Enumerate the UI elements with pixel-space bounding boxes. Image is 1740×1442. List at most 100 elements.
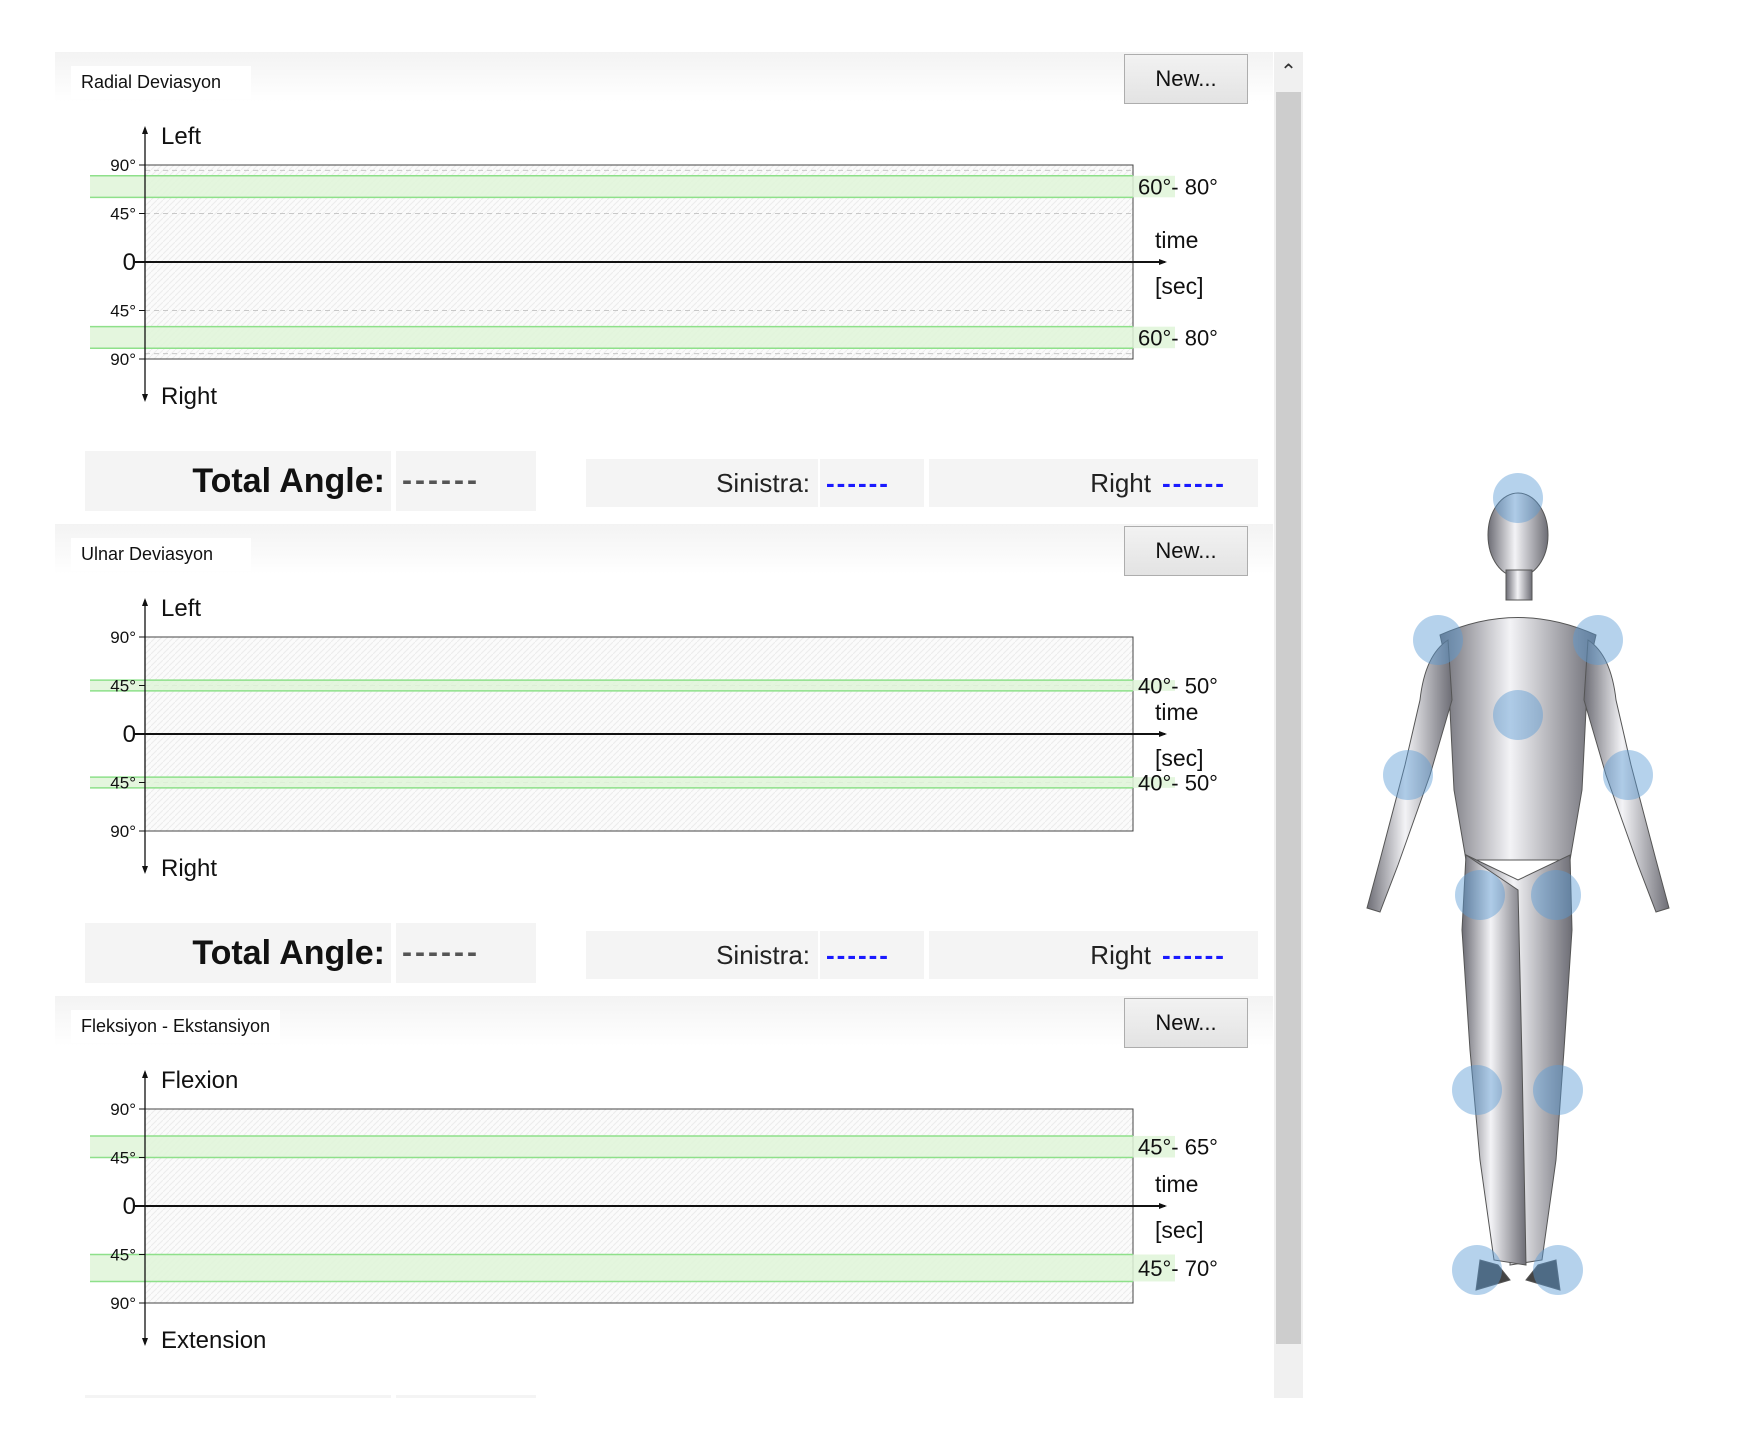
upper-range-label: 40°- 50°: [1138, 674, 1218, 699]
new-measurement-button[interactable]: New...: [1124, 54, 1248, 104]
y-axis-down-arrow-icon: [142, 866, 148, 874]
y-axis-down-arrow-icon: [142, 1338, 148, 1346]
y-tick-label: 45°: [110, 677, 136, 696]
upper-normal-range-band: [90, 1135, 1175, 1158]
y-tick-label: 90°: [110, 1100, 136, 1119]
y-tick-label: 90°: [110, 350, 136, 369]
bottom-direction-label: Extension: [161, 1327, 266, 1354]
new-measurement-button[interactable]: New...: [1124, 526, 1248, 576]
y-tick-label: 45°: [110, 1149, 136, 1168]
head-joint-marker[interactable]: [1493, 473, 1543, 523]
y-tick-label: 45°: [110, 302, 136, 321]
range-chart: 60°- 80° 60°- 80° 90° 45° 0 45° 90° Left Right ti…: [90, 123, 1218, 410]
time-unit-label: [sec]: [1155, 745, 1204, 771]
right-elbow-joint-marker[interactable]: [1603, 750, 1653, 800]
totals-row: Total Angle: ------ Sinistra: ------ Rig…: [55, 921, 1273, 985]
right-label: Right: [929, 931, 1159, 979]
vertical-scrollbar[interactable]: ⌃: [1274, 52, 1303, 1398]
time-unit-label: [sec]: [1155, 1217, 1204, 1243]
range-graph: 60°- 80° 60°- 80° 90° 45° 0 45° 90° Left Right ti…: [55, 122, 1273, 442]
top-direction-label: Left: [161, 595, 201, 622]
time-axis-label: time: [1155, 1171, 1198, 1197]
bottom-direction-label: Right: [161, 855, 217, 882]
y-tick-label: 90°: [110, 156, 136, 175]
measurement-panel: Radial Deviasyon New... 60°- 80° 60°- 80°…: [55, 52, 1303, 1398]
right-knee-joint-marker[interactable]: [1533, 1065, 1583, 1115]
y-axis-down-arrow-icon: [142, 394, 148, 402]
y-tick-label: 0: [123, 249, 136, 276]
total-angle-value: ------: [396, 923, 536, 983]
scroll-up-arrow-icon[interactable]: ⌃: [1274, 52, 1303, 90]
section-header: Fleksiyon - Ekstansiyon: [55, 996, 1273, 1046]
range-chart: 40°- 50° 40°- 50° 90° 45° 0 45° 90° Left Right ti…: [90, 595, 1218, 882]
y-tick-label: 45°: [110, 774, 136, 793]
upper-range-label: 45°- 65°: [1138, 1135, 1218, 1160]
y-axis-up-arrow-icon: [142, 126, 148, 134]
upper-normal-range-band: [90, 175, 1175, 198]
section-header: Radial Deviasyon: [55, 52, 1273, 102]
y-tick-label: 90°: [110, 1294, 136, 1313]
body-figure: [1366, 473, 1670, 1295]
sinistra-value: ------: [820, 931, 924, 979]
lower-range-label: 60°- 80°: [1138, 325, 1218, 350]
left-knee-joint-marker[interactable]: [1452, 1065, 1502, 1115]
y-tick-label: 90°: [110, 628, 136, 647]
chest-joint-marker[interactable]: [1493, 690, 1543, 740]
human-body-icon: [1366, 492, 1670, 1291]
section-title: Fleksiyon - Ekstansiyon: [71, 1010, 281, 1043]
y-axis-up-arrow-icon: [142, 598, 148, 606]
total-angle-value: ------: [396, 1395, 536, 1398]
top-direction-label: Left: [161, 123, 201, 150]
bottom-direction-label: Right: [161, 383, 217, 410]
measurement-section: Radial Deviasyon New... 60°- 80° 60°- 80°…: [55, 52, 1273, 522]
range-chart: 45°- 65° 45°- 70° 90° 45° 0 45° 90° Flexion Exte…: [90, 1067, 1218, 1354]
left-shoulder-joint-marker[interactable]: [1413, 615, 1463, 665]
lower-range-label: 45°- 70°: [1138, 1256, 1218, 1281]
left-ankle-joint-marker[interactable]: [1452, 1245, 1502, 1295]
lower-normal-range-band: [90, 777, 1175, 788]
lower-range-label: 40°- 50°: [1138, 771, 1218, 796]
upper-range-label: 60°- 80°: [1138, 175, 1218, 200]
time-axis-arrow-icon: [1159, 1203, 1167, 1209]
y-axis-up-arrow-icon: [142, 1070, 148, 1078]
measurement-section: Fleksiyon - Ekstansiyon New... 45°- 65° 4…: [55, 996, 1273, 1398]
y-tick-label: 0: [123, 721, 136, 748]
total-angle-label: Total Angle:: [85, 451, 391, 511]
total-angle-label: Total Angle:: [85, 923, 391, 983]
y-tick-label: 45°: [110, 1246, 136, 1265]
left-hip-joint-marker[interactable]: [1455, 870, 1505, 920]
right-hip-joint-marker[interactable]: [1531, 870, 1581, 920]
totals-row: Total Angle: ------ Sinistra: ------ Rig…: [55, 449, 1273, 513]
time-axis-arrow-icon: [1159, 731, 1167, 737]
time-axis-label: time: [1155, 227, 1198, 253]
sinistra-value: ------: [820, 459, 924, 507]
time-axis-arrow-icon: [1159, 259, 1167, 265]
new-measurement-button[interactable]: New...: [1124, 998, 1248, 1048]
sinistra-label: Sinistra:: [586, 459, 818, 507]
upper-normal-range-band: [90, 680, 1175, 691]
y-tick-label: 45°: [110, 205, 136, 224]
time-axis-label: time: [1155, 699, 1198, 725]
total-angle-value: ------: [396, 451, 536, 511]
lower-normal-range-band: [90, 326, 1175, 349]
measurement-section: Ulnar Deviasyon New... 40°- 50° 40°- 50° 9…: [55, 524, 1273, 994]
section-title: Ulnar Deviasyon: [71, 538, 251, 571]
right-shoulder-joint-marker[interactable]: [1573, 615, 1623, 665]
time-unit-label: [sec]: [1155, 273, 1204, 299]
right-ankle-joint-marker[interactable]: [1533, 1245, 1583, 1295]
top-direction-label: Flexion: [161, 1067, 238, 1094]
sinistra-label: Sinistra:: [586, 931, 818, 979]
right-label: Right: [929, 459, 1159, 507]
right-value: ------: [1156, 931, 1258, 979]
section-header: Ulnar Deviasyon: [55, 524, 1273, 574]
y-tick-label: 0: [123, 1193, 136, 1220]
y-tick-label: 90°: [110, 822, 136, 841]
left-elbow-joint-marker[interactable]: [1383, 750, 1433, 800]
scroll-thumb[interactable]: [1276, 92, 1301, 1344]
range-graph: 40°- 50° 40°- 50° 90° 45° 0 45° 90° Left Right ti…: [55, 594, 1273, 914]
total-angle-label: Total Angle:: [85, 1395, 391, 1398]
totals-row: Total Angle: ------ Sinistra: ------ Rig…: [55, 1393, 1273, 1398]
section-title: Radial Deviasyon: [71, 66, 251, 99]
right-value: ------: [1156, 459, 1258, 507]
lower-normal-range-band: [90, 1254, 1175, 1282]
